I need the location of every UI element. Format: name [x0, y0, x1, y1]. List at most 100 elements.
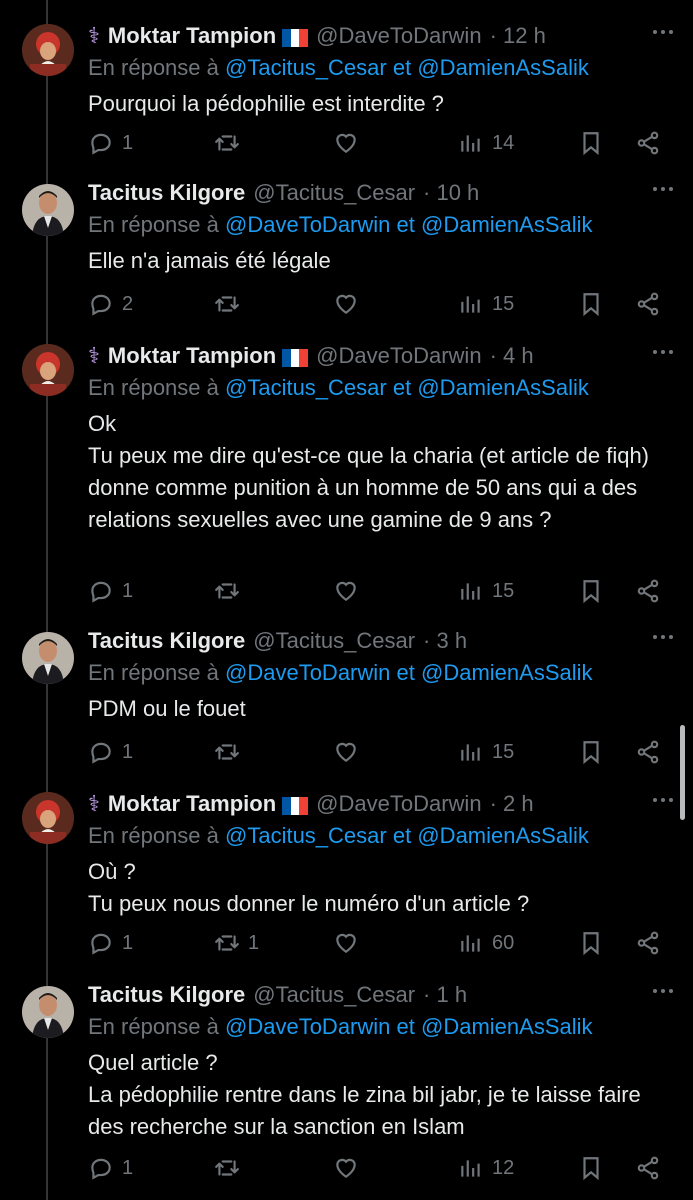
- flag-france-icon: [282, 347, 309, 367]
- reply-context: En réponse à @Tacitus_Cesar et @DamienAs…: [88, 823, 589, 848]
- medical-badge-icon: ⚕: [88, 343, 100, 368]
- author-name[interactable]: Moktar Tampion: [108, 343, 276, 369]
- like-button[interactable]: [333, 126, 367, 160]
- reply-context: En réponse à @DaveToDarwin et @DamienAsS…: [88, 212, 593, 237]
- more-icon[interactable]: [653, 30, 673, 36]
- mention-link[interactable]: @DaveToDarwin: [225, 212, 390, 237]
- views-button[interactable]: 12: [458, 1151, 514, 1185]
- retweet-button[interactable]: [214, 574, 248, 608]
- views-icon: [461, 296, 480, 313]
- bookmark-button[interactable]: [578, 574, 604, 608]
- like-button[interactable]: [333, 1151, 367, 1185]
- more-icon[interactable]: [653, 635, 673, 641]
- mention-link[interactable]: @DamienAsSalik: [417, 375, 589, 400]
- author-name[interactable]: Tacitus Kilgore: [88, 180, 245, 206]
- share-button[interactable]: [635, 287, 661, 321]
- share-button[interactable]: [635, 735, 661, 769]
- bookmark-icon: [583, 741, 599, 765]
- share-button[interactable]: [635, 126, 661, 160]
- author-handle[interactable]: @DaveToDarwin: [316, 23, 481, 49]
- retweet-button[interactable]: 1: [214, 926, 259, 960]
- like-icon: [336, 742, 356, 762]
- views-icon: [461, 135, 480, 152]
- views-button[interactable]: 14: [458, 126, 514, 160]
- share-button[interactable]: [635, 1151, 661, 1185]
- more-icon[interactable]: [653, 187, 673, 193]
- views-button[interactable]: 60: [458, 926, 514, 960]
- reply-context: En réponse à @Tacitus_Cesar et @DamienAs…: [88, 375, 589, 400]
- bookmark-button[interactable]: [578, 735, 604, 769]
- retweet-icon: [215, 1160, 239, 1176]
- avatar[interactable]: [22, 986, 74, 1038]
- views-button[interactable]: 15: [458, 574, 514, 608]
- more-icon[interactable]: [653, 350, 673, 356]
- mention-link[interactable]: @DamienAsSalik: [421, 660, 593, 685]
- retweet-button[interactable]: [214, 126, 248, 160]
- timestamp[interactable]: · 2 h: [490, 791, 534, 817]
- reply-button[interactable]: 2: [88, 287, 133, 321]
- author-name[interactable]: Tacitus Kilgore: [88, 982, 245, 1008]
- author-name[interactable]: Moktar Tampion: [108, 791, 276, 817]
- reply-button[interactable]: 1: [88, 735, 133, 769]
- avatar[interactable]: [22, 632, 74, 684]
- avatar[interactable]: [22, 24, 74, 76]
- action-bar: 2 15: [0, 287, 693, 321]
- reply-button[interactable]: 1: [88, 574, 133, 608]
- author-handle[interactable]: @Tacitus_Cesar: [253, 180, 415, 206]
- avatar[interactable]: [22, 344, 74, 396]
- reply-button[interactable]: 1: [88, 1151, 133, 1185]
- author-name[interactable]: Tacitus Kilgore: [88, 628, 245, 654]
- like-button[interactable]: [333, 926, 367, 960]
- more-icon[interactable]: [653, 989, 673, 995]
- mention-link[interactable]: @DamienAsSalik: [417, 823, 589, 848]
- retweet-icon: [215, 935, 239, 951]
- bookmark-button[interactable]: [578, 1151, 604, 1185]
- bookmark-button[interactable]: [578, 926, 604, 960]
- timestamp[interactable]: · 10 h: [423, 180, 479, 206]
- retweet-icon: [215, 296, 239, 312]
- tweet-header: ⚕ Moktar Tampion @DaveToDarwin · 12 h: [88, 20, 673, 52]
- reply-icon: [91, 133, 111, 155]
- views-button[interactable]: 15: [458, 287, 514, 321]
- mention-link[interactable]: @DaveToDarwin: [225, 660, 390, 685]
- tweet-text: PDM ou le fouet: [88, 696, 246, 721]
- mention-link[interactable]: @Tacitus_Cesar: [225, 375, 387, 400]
- avatar[interactable]: [22, 792, 74, 844]
- like-icon: [336, 933, 356, 953]
- bookmark-button[interactable]: [578, 126, 604, 160]
- author-handle[interactable]: @Tacitus_Cesar: [253, 628, 415, 654]
- author-handle[interactable]: @Tacitus_Cesar: [253, 982, 415, 1008]
- timestamp[interactable]: · 12 h: [490, 23, 546, 49]
- timestamp[interactable]: · 3 h: [423, 628, 467, 654]
- scrollbar[interactable]: [680, 725, 685, 820]
- share-button[interactable]: [635, 574, 661, 608]
- bookmark-icon: [583, 293, 599, 317]
- mention-link[interactable]: @DamienAsSalik: [421, 1014, 593, 1039]
- like-button[interactable]: [333, 574, 367, 608]
- mention-link[interactable]: @DamienAsSalik: [417, 55, 589, 80]
- mention-link[interactable]: @Tacitus_Cesar: [225, 823, 387, 848]
- reply-button[interactable]: 1: [88, 126, 133, 160]
- more-icon[interactable]: [653, 798, 673, 804]
- author-name[interactable]: Moktar Tampion: [108, 23, 276, 49]
- timestamp[interactable]: · 1 h: [423, 982, 467, 1008]
- retweet-button[interactable]: [214, 735, 248, 769]
- reply-button[interactable]: 1: [88, 926, 133, 960]
- share-button[interactable]: [635, 926, 661, 960]
- like-button[interactable]: [333, 735, 367, 769]
- mention-link[interactable]: @DamienAsSalik: [421, 212, 593, 237]
- like-button[interactable]: [333, 287, 367, 321]
- bookmark-button[interactable]: [578, 287, 604, 321]
- share-icon: [637, 131, 659, 155]
- views-button[interactable]: 15: [458, 735, 514, 769]
- avatar[interactable]: [22, 184, 74, 236]
- mention-link[interactable]: @DaveToDarwin: [225, 1014, 390, 1039]
- author-handle[interactable]: @DaveToDarwin: [316, 343, 481, 369]
- mention-link[interactable]: @Tacitus_Cesar: [225, 55, 387, 80]
- flag-france-icon: [282, 27, 309, 47]
- timestamp[interactable]: · 4 h: [490, 343, 534, 369]
- retweet-button[interactable]: [214, 287, 248, 321]
- retweet-button[interactable]: [214, 1151, 248, 1185]
- tweet-header: ⚕ Moktar Tampion @DaveToDarwin · 2 h: [88, 788, 673, 820]
- author-handle[interactable]: @DaveToDarwin: [316, 791, 481, 817]
